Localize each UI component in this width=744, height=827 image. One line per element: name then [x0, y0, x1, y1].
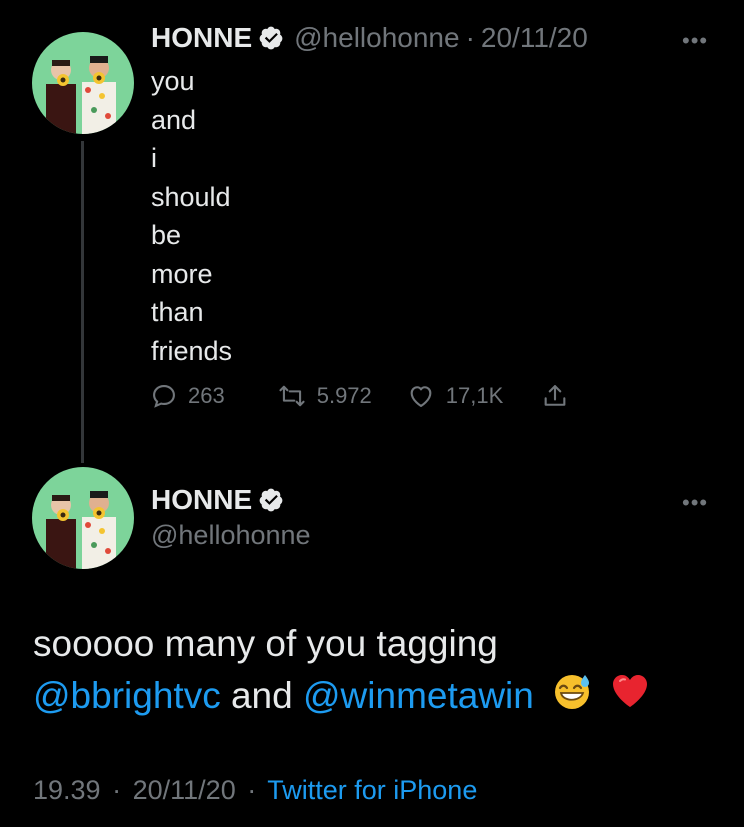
share-button[interactable]: [541, 382, 569, 410]
mention-winmetawin-link[interactable]: @winmetawin: [303, 675, 534, 716]
tweet-metadata: 19.39 · 20/11/20 · Twitter for iPhone: [33, 775, 477, 806]
sweat-smile-emoji: [552, 671, 592, 725]
tweet-line: should: [151, 181, 231, 212]
retweet-button[interactable]: 5.972: [277, 382, 372, 410]
handle[interactable]: @hellohonne: [151, 520, 311, 551]
verified-badge-icon: [258, 487, 284, 513]
action-bar: 263 5.972 17,1K: [150, 382, 569, 410]
tweet-line: i: [151, 143, 157, 173]
like-button[interactable]: 17,1K: [406, 382, 504, 410]
separator: ·: [112, 775, 122, 805]
tweet-text-connector: and: [220, 675, 303, 716]
display-name[interactable]: HONNE: [151, 484, 252, 516]
separator: ·: [465, 22, 475, 53]
tweet-line: you: [151, 66, 195, 96]
tweet-date[interactable]: 20/11/20: [133, 775, 236, 805]
tweet-line: than: [151, 297, 204, 327]
tweet-line: more: [151, 258, 213, 289]
tweet-source-link[interactable]: Twitter for iPhone: [267, 775, 477, 805]
separator: ·: [247, 775, 257, 805]
thread-connector-line: [81, 141, 84, 463]
more-icon[interactable]: •••: [682, 492, 708, 514]
tweet-text-part: sooooo many of you tagging: [33, 623, 498, 664]
mention-bbrightvc-link[interactable]: @bbrightvc: [33, 675, 221, 716]
retweet-count: 5.972: [316, 383, 372, 408]
reply-icon: [150, 382, 178, 410]
reply-count: 263: [188, 383, 225, 408]
avatar[interactable]: [32, 467, 134, 569]
tweet-header: HONNE: [151, 484, 284, 516]
more-icon[interactable]: •••: [682, 30, 708, 52]
tweet-text: you and i should be more than friends: [151, 62, 232, 370]
tweet-header: HONNE @hellohonne · 20/11/20: [151, 22, 588, 54]
avatar[interactable]: [32, 32, 134, 134]
tweet-line: be: [151, 220, 182, 250]
display-name[interactable]: HONNE: [151, 22, 252, 54]
reply-button[interactable]: 263: [150, 382, 225, 410]
red-heart-emoji: [610, 671, 650, 725]
share-icon: [541, 382, 569, 410]
tweet-line: friends: [151, 335, 233, 366]
verified-badge-icon: [258, 25, 284, 51]
tweet-time[interactable]: 19.39: [33, 775, 101, 805]
like-count: 17,1K: [445, 383, 504, 408]
tweet-date[interactable]: 20/11/20: [481, 22, 588, 54]
tweet-line: and: [151, 104, 197, 135]
handle[interactable]: @hellohonne: [294, 22, 459, 54]
like-icon: [406, 382, 436, 410]
main-tweet-text: sooooo many of you tagging @bbrightvc an…: [33, 618, 723, 725]
retweet-icon: [277, 382, 307, 410]
